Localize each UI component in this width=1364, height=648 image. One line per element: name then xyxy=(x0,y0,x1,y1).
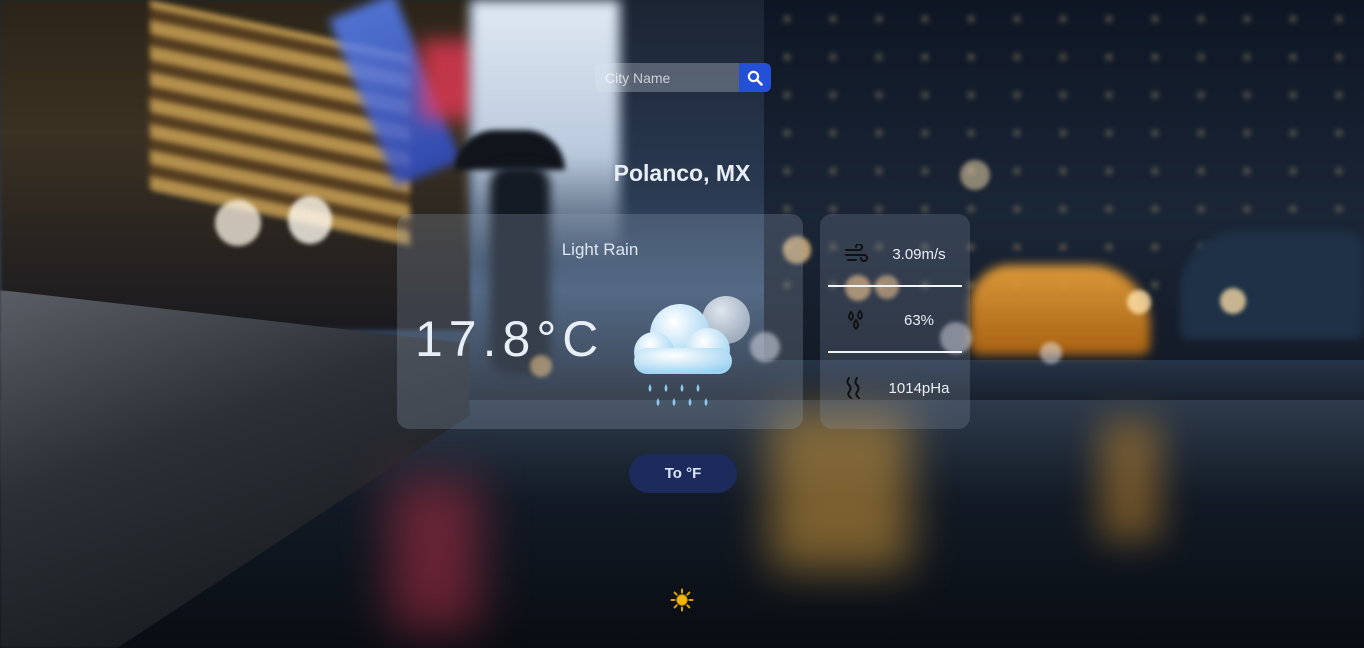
weather-stats-card: 3.09m/s 63% 1014pHa xyxy=(820,214,970,429)
temperature-value: 17.8°C xyxy=(415,311,605,367)
sun-icon[interactable] xyxy=(670,588,694,612)
pressure-value: 1014pHa xyxy=(888,379,950,397)
pressure-stat: 1014pHa xyxy=(828,368,962,408)
city-name: Polanco, MX xyxy=(613,160,751,186)
humidity-stat: 63% xyxy=(828,300,962,340)
pressure-icon xyxy=(846,377,860,399)
city-search-input[interactable] xyxy=(595,63,739,92)
weather-description: Light Rain xyxy=(561,240,639,259)
wind-speed-value: 3.09m/s xyxy=(892,245,946,263)
humidity-value: 63% xyxy=(903,311,935,329)
search-bar xyxy=(595,63,771,92)
wind-stat: 3.09m/s xyxy=(828,234,962,274)
search-button[interactable] xyxy=(739,63,771,92)
divider xyxy=(828,351,962,353)
humidity-icon xyxy=(848,309,863,331)
divider xyxy=(828,285,962,287)
weather-card: Light Rain 17.8°C xyxy=(397,214,803,429)
rain-cloud-icon xyxy=(634,296,750,406)
search-icon xyxy=(747,70,763,86)
wind-icon xyxy=(845,244,868,262)
unit-toggle-button[interactable]: To °F xyxy=(629,454,737,493)
